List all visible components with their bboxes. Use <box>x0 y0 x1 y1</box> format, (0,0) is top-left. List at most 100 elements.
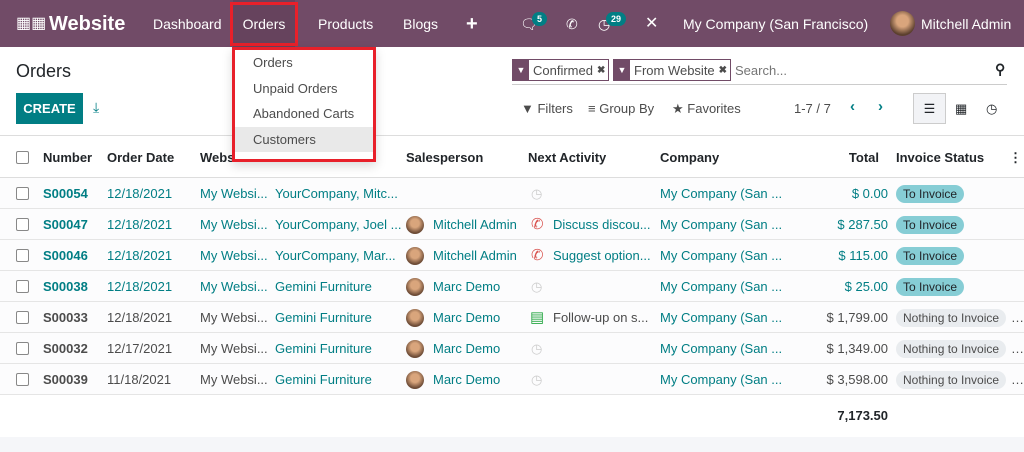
list-view-icon[interactable]: ☰ <box>913 93 946 124</box>
salesperson[interactable]: Marc Demo <box>433 302 521 333</box>
menu-item-unpaid-orders[interactable]: Unpaid Orders <box>235 76 373 102</box>
salesperson[interactable]: Mitchell Admin <box>433 240 521 271</box>
customer[interactable]: Gemini Furniture <box>275 364 372 395</box>
company[interactable]: My Company (San ... <box>660 240 782 271</box>
row-checkbox[interactable] <box>16 311 29 324</box>
menu-item-orders[interactable]: Orders <box>235 50 373 76</box>
pager-value[interactable]: 1-7 / 7 <box>794 101 831 116</box>
customer[interactable]: Gemini Furniture <box>275 333 372 364</box>
col-next-activity[interactable]: Next Activity <box>528 136 606 179</box>
table-row[interactable]: S00047 12/18/2021 My Websi... YourCompan… <box>0 209 1024 240</box>
row-checkbox[interactable] <box>16 342 29 355</box>
website: My Websi... <box>200 310 268 325</box>
row-checkbox[interactable] <box>16 187 29 200</box>
row-checkbox[interactable] <box>16 280 29 293</box>
customer[interactable]: Gemini Furniture <box>275 302 372 333</box>
col-company[interactable]: Company <box>660 136 719 179</box>
customer[interactable]: YourCompany, Mar... <box>275 240 396 271</box>
apps-grid-icon[interactable]: ▦▦ <box>16 0 46 47</box>
navbar: ▦▦ Website Dashboard Orders Products Blo… <box>0 0 1024 47</box>
clock-icon[interactable]: ◷ <box>531 178 542 209</box>
facet-confirmed[interactable]: ▼ Confirmed ✖ <box>512 59 609 81</box>
table-row[interactable]: S00033 12/18/2021 My Websi... Gemini Fur… <box>0 302 1024 333</box>
order-number[interactable]: S00033 <box>43 302 88 333</box>
order-number[interactable]: S00039 <box>43 364 88 395</box>
customer[interactable]: YourCompany, Joel ... <box>275 209 401 240</box>
row-checkbox[interactable] <box>16 249 29 262</box>
salesperson[interactable]: Mitchell Admin <box>433 209 521 240</box>
search-input[interactable] <box>735 60 985 80</box>
company[interactable]: My Company (San ... <box>660 302 782 333</box>
company[interactable]: My Company (San ... <box>660 364 782 395</box>
order-number[interactable]: S00038 <box>43 271 88 302</box>
table-row[interactable]: S00054 12/18/2021 My Websi... YourCompan… <box>0 178 1024 209</box>
table-header: Number Order Date Website Customer Sales… <box>0 135 1024 178</box>
group-by-button[interactable]: ≡ Group By <box>588 101 654 116</box>
salesperson[interactable]: Marc Demo <box>433 364 521 395</box>
create-button[interactable]: CREATE <box>16 93 83 124</box>
phone-icon[interactable]: ✆ <box>566 0 578 47</box>
order-number[interactable]: S00046 <box>43 240 88 271</box>
next-activity: Follow-up on s... <box>553 310 649 325</box>
company[interactable]: My Company (San ... <box>660 178 782 209</box>
filter-icon: ▼ <box>513 60 529 80</box>
optional-columns-icon[interactable]: ⋮ <box>1009 136 1022 179</box>
order-number[interactable]: S00032 <box>43 333 88 364</box>
invoice-status-badge: To Invoice <box>896 185 965 203</box>
customer[interactable]: YourCompany, Mitc... <box>275 178 398 209</box>
tasks-icon[interactable]: ▤ <box>530 302 544 333</box>
filters-button[interactable]: ▼ Filters <box>521 101 573 116</box>
table-row[interactable]: S00046 12/18/2021 My Websi... YourCompan… <box>0 240 1024 271</box>
pager-prev-icon[interactable]: ‹ <box>850 98 855 115</box>
search-icon[interactable]: ⚲ <box>995 61 1005 78</box>
download-icon[interactable]: ⤓ <box>93 99 99 116</box>
messages-badge: 5 <box>532 12 548 26</box>
row-checkbox[interactable] <box>16 218 29 231</box>
salesperson[interactable]: Marc Demo <box>433 271 521 302</box>
col-total[interactable]: Total <box>800 136 879 179</box>
overflow-ellipsis: … <box>1011 310 1024 325</box>
col-invoice-status[interactable]: Invoice Status <box>896 136 984 179</box>
menu-item-abandoned-carts[interactable]: Abandoned Carts <box>235 101 373 127</box>
company[interactable]: My Company (San ... <box>660 333 782 364</box>
company[interactable]: My Company (San ... <box>660 209 782 240</box>
order-number[interactable]: S00054 <box>43 178 88 209</box>
company[interactable]: My Company (San ... <box>660 271 782 302</box>
pager-next-icon[interactable]: › <box>878 98 883 115</box>
table-row[interactable]: S00039 11/18/2021 My Websi... Gemini Fur… <box>0 364 1024 395</box>
order-date: 12/17/2021 <box>107 341 173 356</box>
app-name[interactable]: Website <box>49 0 125 47</box>
clock-icon[interactable]: ◷ <box>531 271 542 302</box>
nav-products[interactable]: Products <box>318 0 373 47</box>
table-row[interactable]: S00038 12/18/2021 My Websi... Gemini Fur… <box>0 271 1024 302</box>
activity-view-icon[interactable]: ◷ <box>986 101 997 117</box>
nav-blogs[interactable]: Blogs <box>403 0 438 47</box>
remove-facet-icon[interactable]: ✖ <box>597 65 605 76</box>
overflow-ellipsis: … <box>1011 372 1024 387</box>
user-menu[interactable]: Mitchell Admin <box>921 0 1011 47</box>
nav-dashboard[interactable]: Dashboard <box>153 0 222 47</box>
debug-tools-icon[interactable]: ✕ <box>645 0 658 47</box>
facet-from-website[interactable]: ▼ From Website ✖ <box>613 59 731 81</box>
select-all-checkbox[interactable] <box>16 151 29 164</box>
table-row[interactable]: S00032 12/17/2021 My Websi... Gemini Fur… <box>0 333 1024 364</box>
page-title: Orders <box>16 61 72 81</box>
favorites-button[interactable]: ★ Favorites <box>672 101 741 117</box>
col-number[interactable]: Number <box>43 136 92 179</box>
customer[interactable]: Gemini Furniture <box>275 271 372 302</box>
col-salesperson[interactable]: Salesperson <box>406 136 483 179</box>
clock-icon[interactable]: ◷ <box>531 333 542 364</box>
phone-icon[interactable]: ✆ <box>531 209 544 240</box>
phone-icon[interactable]: ✆ <box>531 240 544 271</box>
user-avatar[interactable] <box>890 11 915 36</box>
row-checkbox[interactable] <box>16 373 29 386</box>
plus-icon[interactable]: + <box>466 0 478 47</box>
kanban-view-icon[interactable]: ▦ <box>955 101 967 117</box>
salesperson[interactable]: Marc Demo <box>433 333 521 364</box>
clock-icon[interactable]: ◷ <box>531 364 542 395</box>
order-number[interactable]: S00047 <box>43 209 88 240</box>
col-order-date[interactable]: Order Date <box>107 136 174 179</box>
company-switcher[interactable]: My Company (San Francisco) <box>683 0 868 47</box>
menu-item-customers[interactable]: Customers <box>235 126 373 152</box>
remove-facet-icon[interactable]: ✖ <box>719 65 727 76</box>
